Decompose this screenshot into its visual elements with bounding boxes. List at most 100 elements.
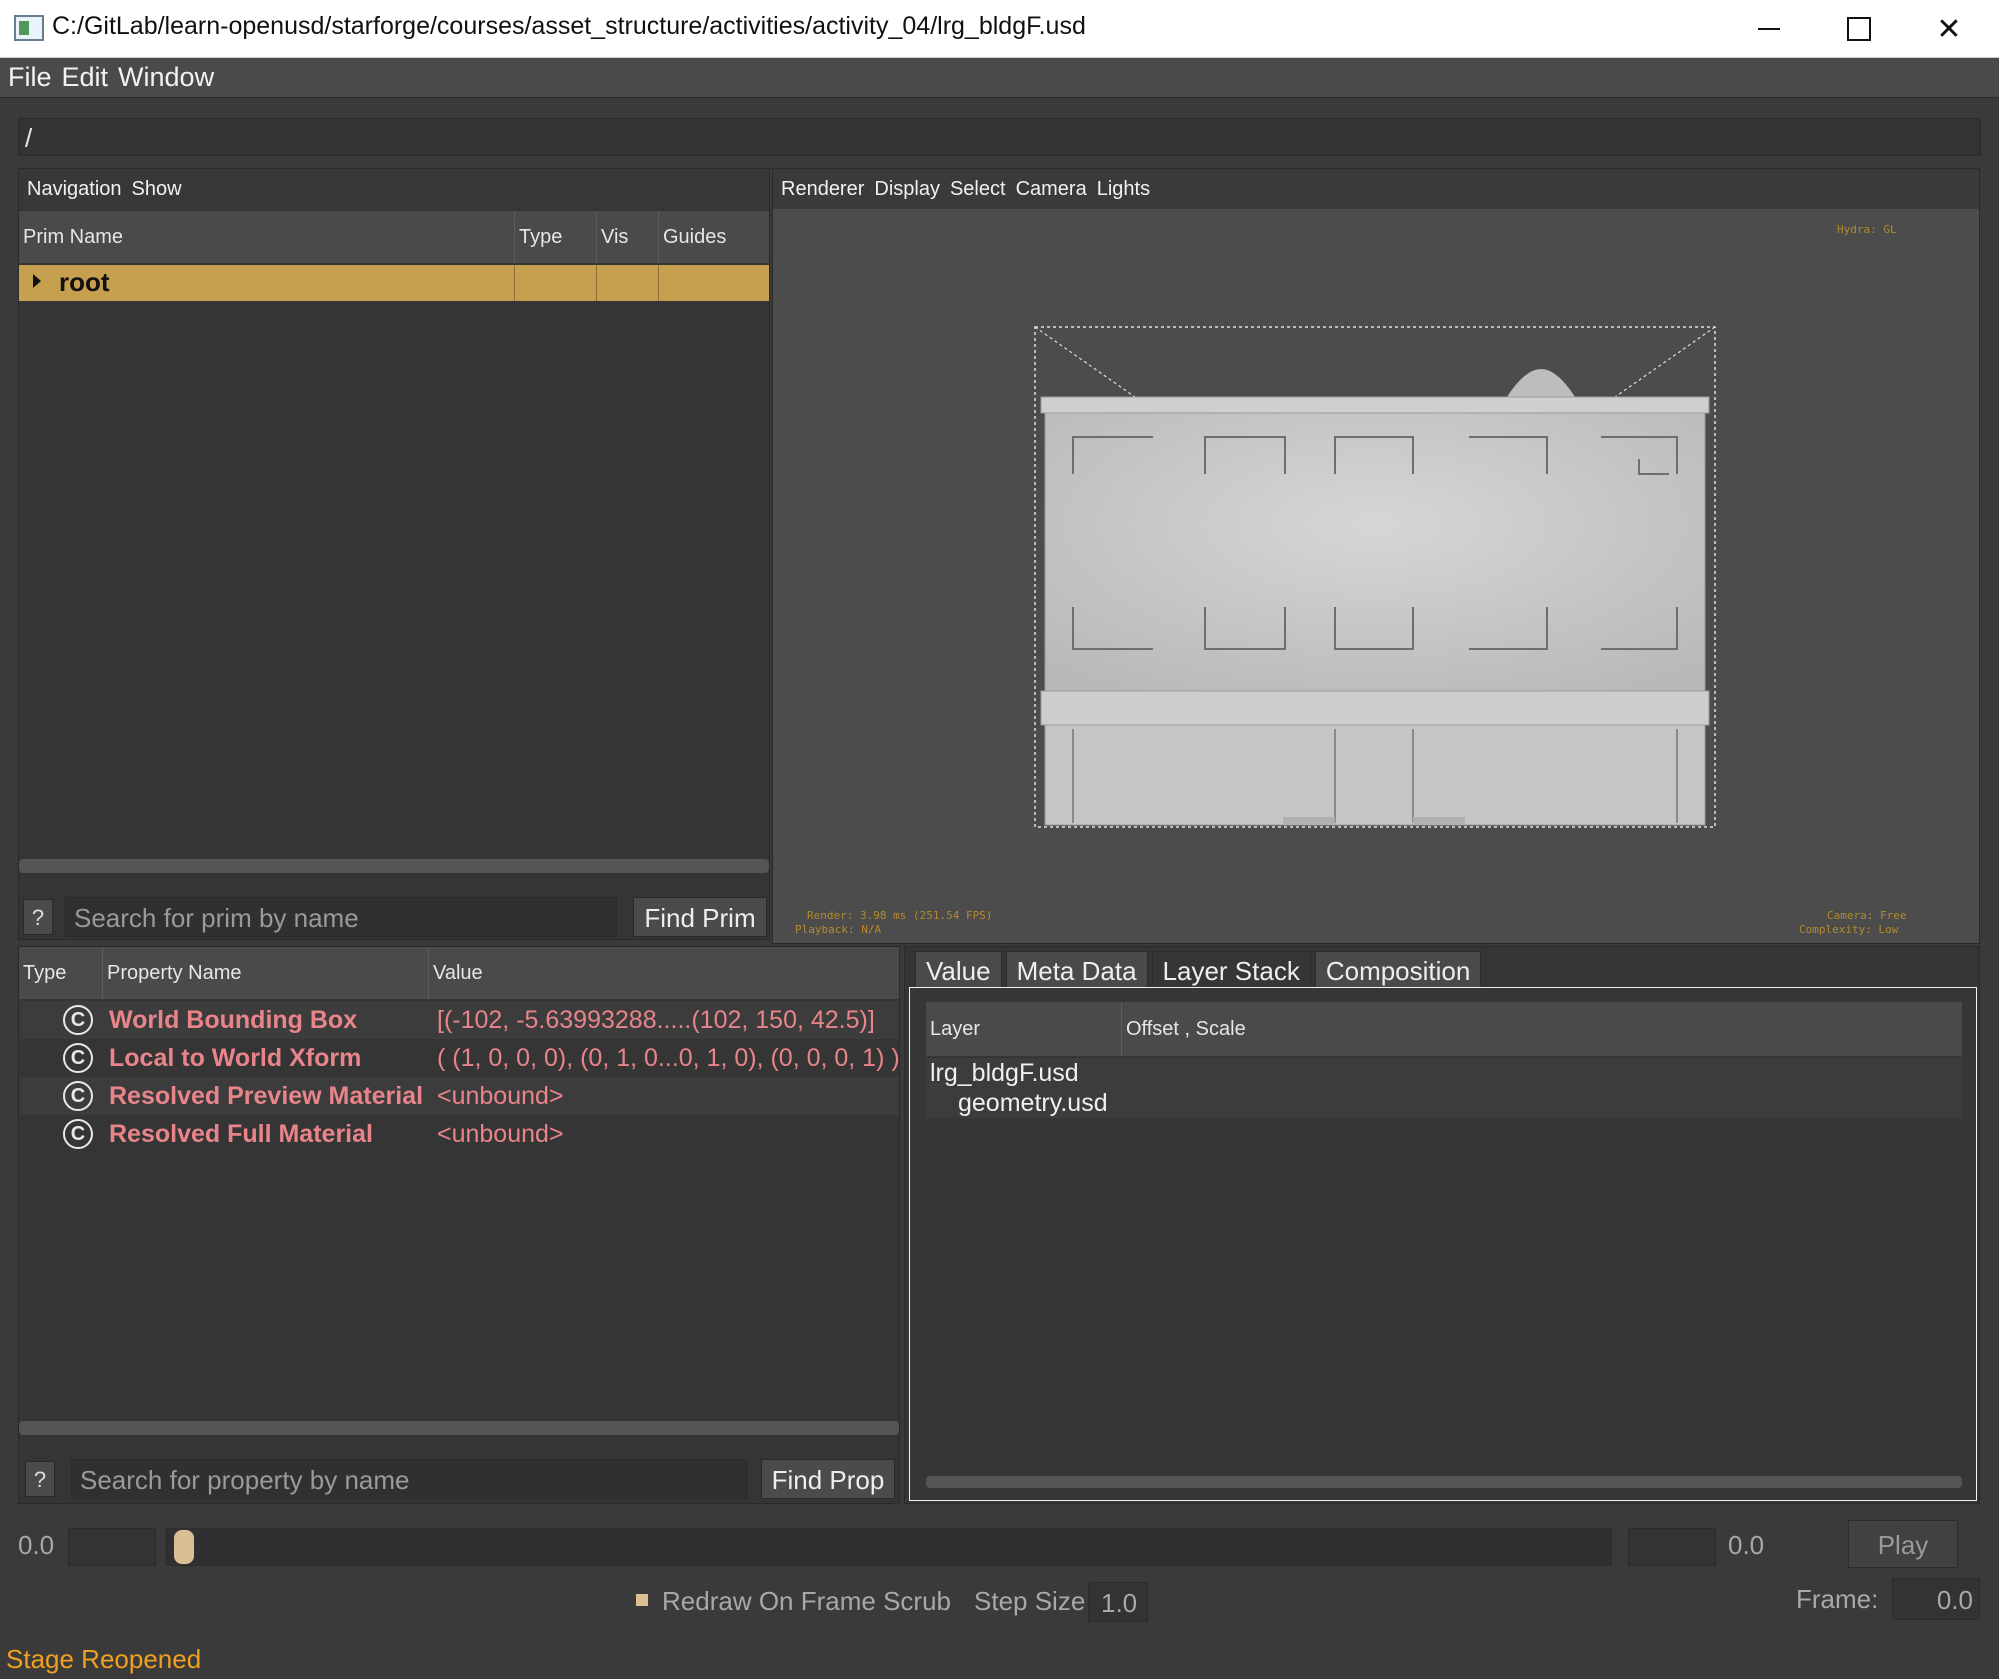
menu-camera[interactable]: Camera	[1016, 178, 1087, 201]
frame-field[interactable]: 0.0	[1892, 1578, 1980, 1620]
prim-name: root	[59, 267, 110, 297]
column-prim-name[interactable]: Prim Name	[19, 211, 515, 263]
property-value: [(-102, -5.63993288.....(102, 150, 42.5)…	[437, 1006, 875, 1034]
attribute-inspector-panel: Value Meta Data Layer Stack Composition …	[904, 946, 1980, 1504]
menu-window[interactable]: Window	[118, 62, 214, 93]
property-name: World Bounding Box	[109, 1006, 358, 1034]
navigation-menu-bar: Navigation Show	[19, 169, 769, 209]
property-panel: Type Property Name Value C World Boundin…	[18, 946, 900, 1504]
property-row[interactable]: C Resolved Preview Material <unbound>	[19, 1077, 899, 1115]
close-icon: ✕	[1936, 12, 1962, 46]
tab-meta-data[interactable]: Meta Data	[1005, 951, 1148, 991]
maximize-icon	[1847, 17, 1871, 41]
property-name: Resolved Preview Material	[109, 1082, 424, 1110]
tab-value[interactable]: Value	[915, 951, 1002, 991]
layer-table-header: Layer Offset , Scale	[926, 1002, 1962, 1056]
prim-vis-cell[interactable]	[597, 265, 659, 301]
close-button[interactable]: ✕	[1904, 0, 1994, 58]
hud-complexity: Complexity: Low	[1799, 923, 1899, 936]
prim-row-root[interactable]: root	[19, 265, 769, 301]
start-frame-field[interactable]	[68, 1528, 156, 1566]
prim-tree-header: Prim Name Type Vis Guides	[19, 211, 769, 263]
app-icon	[14, 15, 44, 41]
timeline-bar: 0.0 0.0 Play Redraw On Frame Scrub Step …	[0, 1510, 1999, 1640]
redraw-checkbox[interactable]	[636, 1594, 648, 1606]
prim-type-cell	[515, 265, 597, 301]
prim-path-field[interactable]: /	[18, 118, 1981, 156]
tab-layer-stack[interactable]: Layer Stack	[1151, 951, 1311, 991]
layer-table-scrollbar[interactable]	[926, 1476, 1962, 1488]
menu-show[interactable]: Show	[132, 178, 182, 201]
prim-guides-cell[interactable]	[659, 265, 769, 301]
layer-name: geometry.usd	[958, 1089, 1108, 1117]
window-title: C:/GitLab/learn-openusd/starforge/course…	[52, 12, 1086, 40]
tab-composition[interactable]: Composition	[1314, 951, 1482, 991]
minimize-button[interactable]	[1724, 0, 1814, 58]
column-vis[interactable]: Vis	[597, 211, 659, 263]
column-value[interactable]: Value	[429, 947, 899, 999]
hud-camera: Camera: Free	[1827, 909, 1907, 922]
menu-display[interactable]: Display	[874, 178, 940, 201]
timeline-end-label: 0.0	[1728, 1530, 1765, 1560]
property-row[interactable]: C Local to World Xform ( (1, 0, 0, 0), (…	[19, 1039, 900, 1077]
maximize-button[interactable]	[1814, 0, 1904, 58]
property-row[interactable]: C World Bounding Box [(-102, -5.63993288…	[19, 1001, 899, 1039]
status-message: Stage Reopened	[6, 1644, 202, 1674]
frame-slider[interactable]	[166, 1528, 1612, 1566]
property-search-input[interactable]: Search for property by name	[71, 1459, 747, 1499]
property-search-help-button[interactable]: ?	[25, 1461, 55, 1497]
property-name: Resolved Full Material	[109, 1120, 373, 1148]
property-row[interactable]: C Resolved Full Material <unbound>	[19, 1115, 899, 1153]
timeline-start-label: 0.0	[18, 1530, 55, 1560]
menu-file[interactable]: File	[8, 62, 52, 93]
column-type[interactable]: Type	[515, 211, 597, 263]
layer-row[interactable]: geometry.usd	[926, 1088, 1962, 1118]
menu-edit[interactable]: Edit	[62, 62, 109, 93]
column-property-name[interactable]: Property Name	[103, 947, 429, 999]
viewport-menu-bar: Renderer Display Select Camera Lights	[773, 169, 1979, 209]
menu-bar: File Edit Window	[0, 58, 1999, 98]
computed-property-icon: C	[63, 1043, 93, 1073]
find-prim-button[interactable]: Find Prim	[633, 897, 767, 937]
menu-renderer[interactable]: Renderer	[781, 178, 864, 201]
frame-slider-handle[interactable]	[174, 1530, 194, 1564]
menu-navigation[interactable]: Navigation	[27, 178, 122, 201]
find-prop-button[interactable]: Find Prop	[761, 1459, 895, 1499]
column-layer[interactable]: Layer	[926, 1002, 1122, 1056]
step-size-label: Step Size	[974, 1586, 1086, 1616]
property-name: Local to World Xform	[109, 1044, 362, 1072]
prim-tree-scrollbar[interactable]	[19, 859, 769, 873]
prim-search-help-button[interactable]: ?	[23, 899, 53, 935]
redraw-label: Redraw On Frame Scrub	[662, 1586, 951, 1616]
building-render	[1034, 326, 1716, 828]
column-guides[interactable]: Guides	[659, 211, 769, 263]
viewport-canvas[interactable]: Hydra: GL Render: 3.98 ms (251.54 FPS) P…	[773, 209, 1979, 943]
computed-property-icon: C	[63, 1119, 93, 1149]
computed-property-icon: C	[63, 1005, 93, 1035]
hud-playback: Playback: N/A	[795, 923, 882, 936]
play-button[interactable]: Play	[1848, 1520, 1958, 1568]
prim-name-cell: root	[19, 265, 515, 301]
step-size-field[interactable]: 1.0	[1088, 1582, 1148, 1622]
menu-select[interactable]: Select	[950, 178, 1006, 201]
expand-arrow-icon[interactable]	[33, 274, 41, 288]
property-table-header: Type Property Name Value	[19, 947, 899, 999]
inspector-tab-bar: Value Meta Data Layer Stack Composition	[915, 951, 1975, 991]
minimize-icon	[1758, 28, 1780, 30]
layer-name: lrg_bldgF.usd	[930, 1059, 1079, 1087]
prim-search-input[interactable]: Search for prim by name	[65, 897, 617, 937]
hud-renderer: Hydra: GL	[1837, 223, 1897, 236]
menu-lights[interactable]: Lights	[1097, 178, 1150, 201]
property-value: ( (1, 0, 0, 0), (0, 1, 0...0, 1, 0), (0,…	[437, 1044, 900, 1072]
layer-stack-content: Layer Offset , Scale lrg_bldgF.usd geome…	[909, 987, 1977, 1501]
layer-row[interactable]: lrg_bldgF.usd	[926, 1058, 1962, 1088]
property-table-scrollbar[interactable]	[19, 1421, 899, 1435]
hud-render-time: Render: 3.98 ms (251.54 FPS)	[807, 909, 993, 922]
title-bar: C:/GitLab/learn-openusd/starforge/course…	[0, 0, 1999, 58]
end-frame-field[interactable]	[1628, 1528, 1716, 1566]
frame-label: Frame:	[1796, 1584, 1879, 1614]
roof-vent	[1507, 369, 1575, 397]
column-offset-scale[interactable]: Offset , Scale	[1122, 1002, 1962, 1056]
column-prop-type[interactable]: Type	[19, 947, 103, 999]
viewport-panel: Renderer Display Select Camera Lights Hy…	[772, 168, 1980, 944]
